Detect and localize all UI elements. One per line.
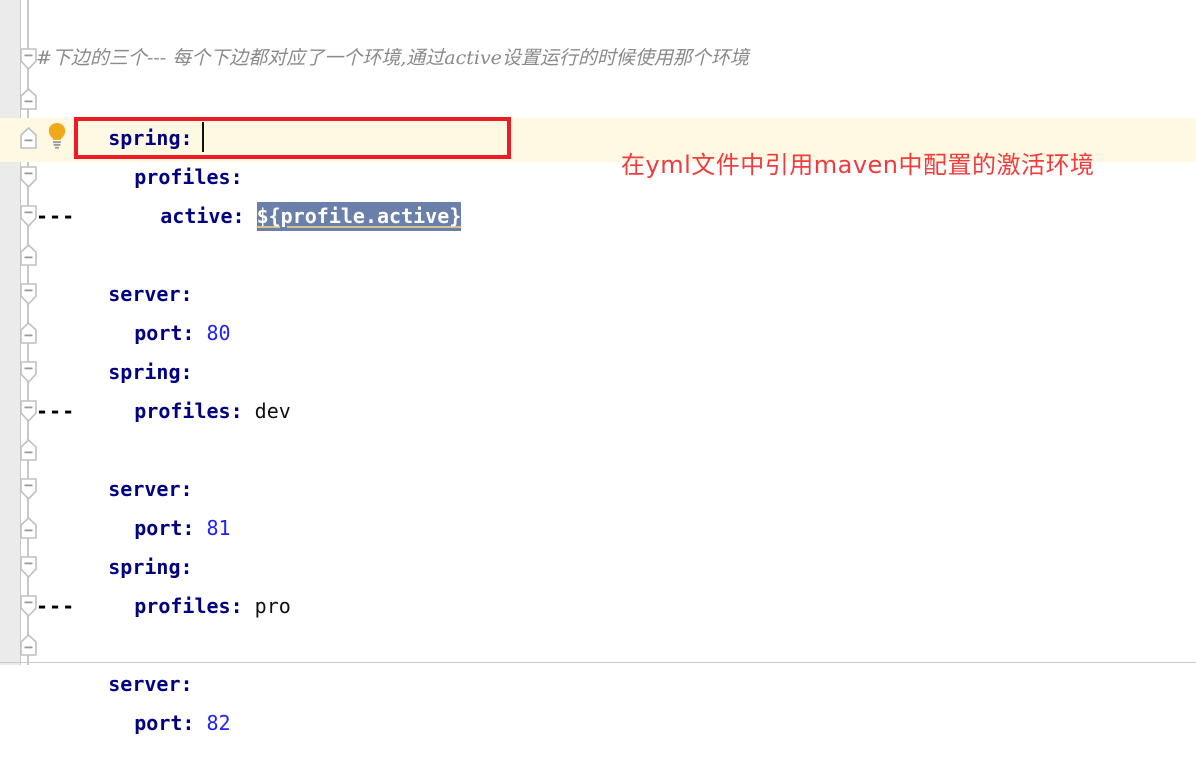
fold-collapse-icon[interactable] bbox=[20, 205, 37, 227]
fold-collapse-icon[interactable] bbox=[20, 478, 37, 500]
code-line-profiles-pro[interactable]: profiles: pro bbox=[0, 509, 1196, 618]
code-line-profiles-1[interactable]: profiles: bbox=[0, 80, 1196, 189]
code-line-port-82[interactable]: port: 82 bbox=[0, 626, 1196, 735]
fold-collapse-icon[interactable] bbox=[20, 166, 37, 188]
fold-collapse-icon[interactable] bbox=[20, 400, 37, 422]
fold-collapse-icon[interactable] bbox=[20, 439, 37, 461]
fold-collapse-icon[interactable] bbox=[20, 517, 37, 539]
fold-collapse-icon[interactable] bbox=[20, 127, 37, 149]
code-line-comment[interactable]: #下边的三个--- 每个下边都对应了一个环境,通过active设置运行的时候使用… bbox=[0, 0, 1196, 69]
code-line-port-80[interactable]: port: 80 bbox=[0, 236, 1196, 345]
yaml-key: port bbox=[134, 711, 183, 735]
fold-collapse-icon[interactable] bbox=[20, 283, 37, 305]
text-caret bbox=[202, 122, 204, 152]
fold-collapse-icon[interactable] bbox=[20, 556, 37, 578]
code-line-server-3[interactable]: server: bbox=[0, 587, 1196, 696]
fold-collapse-icon[interactable] bbox=[20, 48, 37, 70]
fold-collapse-icon[interactable] bbox=[20, 634, 37, 656]
code-line-profiles-dev[interactable]: profiles: dev bbox=[0, 314, 1196, 423]
code-line-separator-3[interactable]: --- bbox=[0, 548, 1196, 618]
code-line-separator-2[interactable]: --- bbox=[0, 353, 1196, 423]
code-line-server-1[interactable]: server: bbox=[0, 197, 1196, 306]
code-line-spring-1[interactable]: spring: bbox=[0, 41, 1196, 150]
yaml-number-value: 82 bbox=[206, 711, 231, 735]
fold-collapse-icon[interactable] bbox=[20, 244, 37, 266]
code-line-port-81[interactable]: port: 81 bbox=[0, 431, 1196, 540]
code-line-spring-2[interactable]: spring: bbox=[0, 275, 1196, 384]
code-line-spring-3[interactable]: spring: bbox=[0, 470, 1196, 579]
fold-collapse-icon[interactable] bbox=[20, 595, 37, 617]
fold-collapse-icon[interactable] bbox=[20, 322, 37, 344]
yaml-colon: : bbox=[182, 711, 195, 735]
fold-collapse-icon[interactable] bbox=[20, 361, 37, 383]
fold-collapse-icon[interactable] bbox=[20, 88, 37, 110]
lightbulb-icon[interactable] bbox=[44, 121, 70, 151]
annotation-text: 在yml文件中引用maven中配置的激活环境 bbox=[621, 151, 1095, 179]
editor-bottom-rule bbox=[0, 662, 1196, 663]
code-line-server-2[interactable]: server: bbox=[0, 392, 1196, 501]
code-editor[interactable]: #下边的三个--- 每个下边都对应了一个环境,通过active设置运行的时候使用… bbox=[0, 0, 1196, 735]
